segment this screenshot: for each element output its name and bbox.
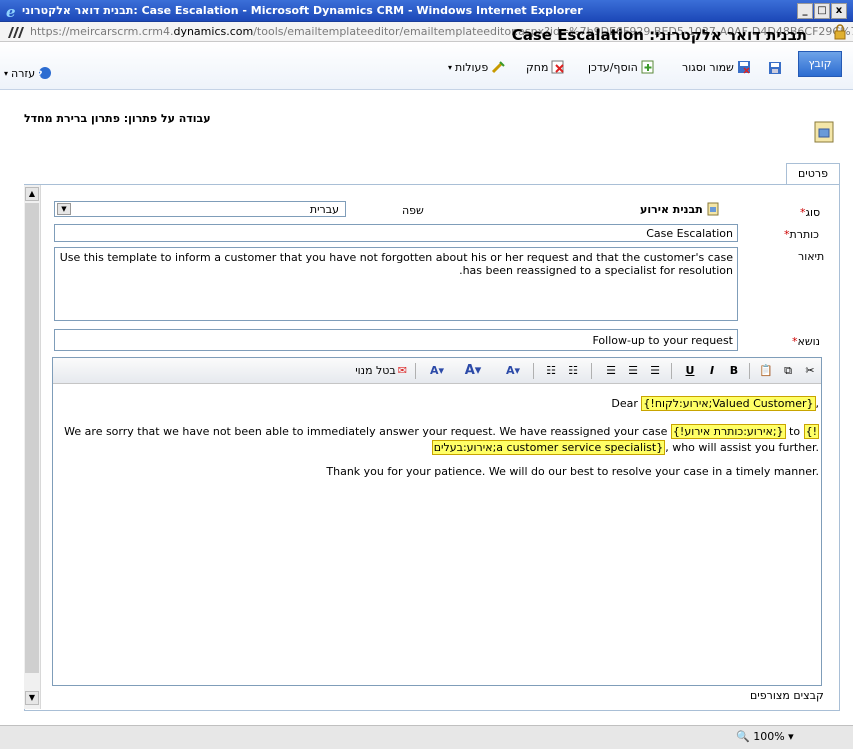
delete-button[interactable]: מחק [526, 60, 565, 74]
align-right-icon[interactable]: ☰ [647, 363, 663, 379]
data-field-owner[interactable]: אירוע:בעלים;a customer service specialis… [431, 440, 666, 455]
scroll-down-arrow-icon[interactable]: ▼ [25, 691, 39, 705]
editor-line-4: Thank you for your patience. We will do … [326, 465, 819, 478]
separator [749, 363, 750, 379]
email-template-icon [814, 121, 834, 143]
separator [671, 363, 672, 379]
internet-explorer-icon: e [6, 3, 16, 19]
bold-button[interactable]: B [727, 363, 741, 379]
description-label: תיאור [798, 250, 825, 263]
chevron-down-icon: ▾ [448, 62, 453, 72]
delete-icon [551, 60, 565, 74]
window-title-bar: e תבנית דואר אלקטרוני: Case Escalation -… [0, 0, 853, 22]
separator [591, 363, 592, 379]
help-button[interactable]: ? עזרה ▾ [4, 66, 52, 80]
actions-menu-button[interactable]: פעולות ▾ [448, 60, 505, 74]
editor-line-3: אירוע:בעלים;a customer service specialis… [431, 440, 819, 455]
data-field-case-title[interactable]: {!אירוע:כותרת אירוע;} [670, 424, 786, 439]
chevron-down-icon: ▼ [57, 203, 71, 215]
save-close-icon [737, 61, 750, 74]
case-template-icon [707, 202, 719, 216]
separator [415, 363, 416, 379]
underline-button[interactable]: U [683, 363, 697, 379]
copy-icon[interactable]: ⧉ [781, 363, 795, 379]
font-size-icon[interactable]: A▾ [459, 363, 487, 379]
unsubscribe-icon: ✉ [397, 364, 407, 377]
zoom-icon: 🔍 [736, 730, 750, 743]
cut-icon[interactable]: ✂ [803, 363, 817, 379]
svg-text:?: ? [38, 70, 43, 80]
separator [533, 363, 534, 379]
solution-context: עבודה על פתרון: פתרון ברירת מחדל [24, 112, 211, 125]
editor-line-1: Dear {!אירוע:לקוח;Valued Customer}, [611, 396, 819, 411]
description-textarea[interactable]: Use this template to inform a customer t… [54, 247, 738, 321]
data-field-customer[interactable]: {!אירוע:לקוח;Valued Customer} [641, 396, 816, 411]
window-title: תבנית דואר אלקטרוני: Case Escalation - M… [22, 4, 583, 17]
actions-icon [492, 61, 505, 74]
lock-icon[interactable] [832, 24, 848, 40]
svg-text:e: e [6, 3, 16, 19]
insert-update-icon [641, 60, 654, 74]
insert-update-button[interactable]: הוסף/עדכן [588, 60, 655, 74]
subject-input[interactable]: Follow-up to your request [54, 329, 738, 351]
scroll-up-arrow-icon[interactable]: ▲ [25, 187, 39, 201]
vertical-scrollbar[interactable]: ▲ ▼ [24, 185, 41, 709]
editor-line-2: We are sorry that we have not been able … [64, 424, 819, 439]
subject-label: נושא* [792, 335, 821, 348]
font-color-icon[interactable]: A▾ [499, 363, 527, 379]
dynamics-logo-icon [8, 27, 24, 38]
file-tab[interactable]: קובץ [798, 51, 842, 77]
minimize-button[interactable]: _ [797, 3, 813, 19]
numbered-list-icon[interactable]: ☷ [565, 363, 581, 379]
font-name-icon[interactable]: A▾ [423, 363, 451, 379]
type-label: סוג* [800, 206, 821, 219]
scrollbar-thumb[interactable] [25, 203, 39, 673]
email-body-editor[interactable]: ✂ ⧉ 📋 B I U ☰ ☰ ☰ ☷ ☷ A▾ A▾ A▾ ✉ בטל מנו… [52, 357, 822, 686]
close-button[interactable]: x [831, 3, 847, 19]
paste-icon[interactable]: 📋 [759, 363, 773, 379]
attachments-label: קבצים מצורפים [750, 689, 824, 702]
italic-button[interactable]: I [705, 363, 719, 379]
bulleted-list-icon[interactable]: ☷ [543, 363, 559, 379]
title-label: כותרת* [784, 228, 819, 241]
page-title: תבנית דואר אלקטרוני: Case Escalation [511, 26, 807, 44]
language-select[interactable]: עברית ▼ [54, 201, 346, 217]
type-value: תבנית אירוע [640, 202, 719, 216]
align-left-icon[interactable]: ☰ [603, 363, 619, 379]
data-field-owner-start[interactable]: {! [803, 424, 819, 439]
zoom-control[interactable]: 🔍 100% ▾ [736, 730, 794, 743]
help-icon: ? [38, 67, 52, 80]
status-bar: 🔍 100% ▾ [0, 725, 853, 749]
align-center-icon[interactable]: ☰ [625, 363, 641, 379]
editor-toolbar: ✂ ⧉ 📋 B I U ☰ ☰ ☰ ☷ ☷ A▾ A▾ A▾ ✉ בטל מנו… [53, 358, 821, 384]
title-input[interactable]: Case Escalation [54, 224, 738, 242]
save-icon[interactable] [768, 61, 782, 75]
unsubscribe-button[interactable]: ✉ בטל מנוי [341, 363, 407, 379]
maximize-button[interactable]: □ [814, 3, 830, 19]
tab-details[interactable]: פרטים [786, 163, 840, 185]
chevron-down-icon: ▾ [4, 68, 9, 78]
editor-content[interactable]: Dear {!אירוע:לקוח;Valued Customer}, We a… [53, 385, 821, 685]
language-label: שפה [402, 204, 424, 217]
save-close-button[interactable]: שמור וסגור [682, 60, 751, 74]
chevron-down-icon: ▾ [788, 730, 794, 743]
